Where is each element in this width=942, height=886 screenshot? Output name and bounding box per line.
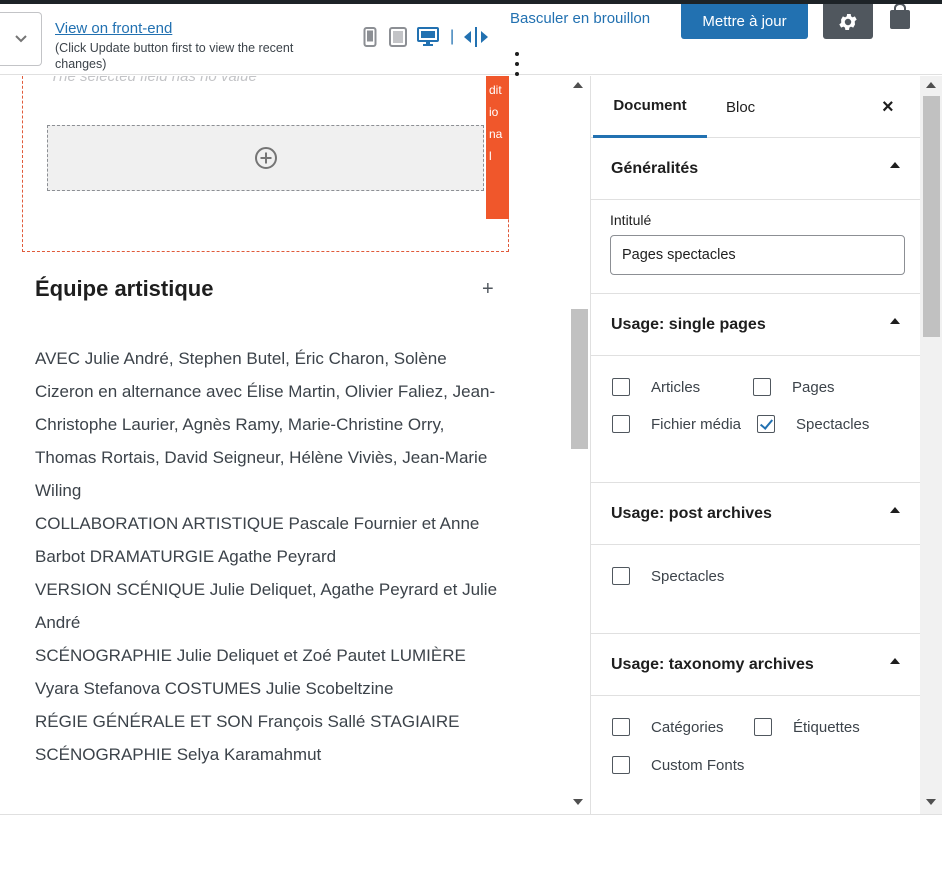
intitule-label: Intitulé — [610, 212, 652, 228]
checkbox-box[interactable] — [612, 718, 630, 736]
view-note: (Click Update button first to view the r… — [55, 41, 294, 71]
editor-canvas: The selected field has no value dit io n… — [0, 76, 568, 814]
view-on-front-end-link[interactable]: View on front-end — [55, 20, 172, 37]
checkbox-label: Spectacles — [651, 567, 725, 585]
checkbox-etiquettes[interactable]: Étiquettes — [754, 718, 860, 736]
tab-bloc[interactable]: Bloc — [726, 76, 755, 138]
checkbox-label: Pages — [792, 378, 835, 396]
checkbox-box[interactable] — [612, 756, 630, 774]
settings-button[interactable] — [823, 4, 873, 39]
credits-paragraph[interactable]: AVEC Julie André, Stephen Butel, Éric Ch… — [35, 342, 505, 771]
credit-line: SCÉNOGRAPHIE Julie Deliquet et Zoé Paute… — [35, 646, 466, 698]
caret-up-icon — [890, 162, 900, 168]
block-label-line: l — [489, 149, 492, 163]
panel-title: Usage: post archives — [611, 504, 772, 522]
checkbox-box[interactable] — [612, 567, 630, 585]
checkbox-label: Spectacles — [796, 415, 870, 433]
checkbox-custom-fonts[interactable]: Custom Fonts — [612, 756, 744, 774]
checkbox-label: Articles — [651, 378, 701, 396]
close-icon[interactable]: × — [882, 96, 894, 119]
empty-field-notice: The selected field has no value — [50, 76, 257, 85]
checkbox-box-checked[interactable] — [757, 415, 775, 433]
tab-document[interactable]: Document — [593, 76, 707, 138]
block-label-line: na — [489, 127, 503, 141]
intitule-input[interactable]: Pages spectacles — [610, 235, 905, 275]
desktop-preview-icon[interactable] — [416, 26, 440, 48]
block-label-tab: dit io na l — [486, 76, 509, 219]
checkbox-label: Catégories — [651, 718, 724, 736]
device-preview-group: | — [360, 26, 490, 48]
checkbox-label: Fichier média — [651, 415, 742, 433]
editor-header: View on front-end (Click Update button f… — [0, 3, 942, 76]
checkbox-box[interactable] — [612, 378, 630, 396]
checkbox-box[interactable] — [612, 415, 630, 433]
block-label-line: dit — [489, 83, 502, 97]
section-heading[interactable]: Équipe artistique — [35, 276, 213, 302]
panel-title: Usage: taxonomy archives — [611, 655, 814, 673]
caret-up-icon — [890, 658, 900, 664]
checkbox-box[interactable] — [754, 718, 772, 736]
credit-line: RÉGIE GÉNÉRALE ET SON François Sallé STA… — [35, 712, 460, 764]
checkbox-categories[interactable]: Catégories — [612, 718, 724, 736]
sidebar-tabs: Document Bloc × — [591, 76, 920, 138]
panel-post-archives-header[interactable]: Usage: post archives — [591, 483, 920, 545]
sidebar-scrollbar-thumb[interactable] — [923, 96, 940, 337]
more-options-icon[interactable] — [512, 52, 522, 76]
settings-sidebar: Document Bloc × Généralités Intitulé Pag… — [590, 76, 920, 814]
expand-width-icon[interactable] — [462, 26, 490, 48]
checkbox-spectacles[interactable]: Spectacles — [757, 415, 869, 433]
block-label-line: io — [489, 105, 499, 119]
caret-up-icon — [890, 507, 900, 513]
scroll-down-icon[interactable] — [573, 799, 583, 805]
checkbox-pages[interactable]: Pages — [753, 378, 835, 396]
credit-line: VERSION SCÉNIQUE Julie Deliquet, Agathe … — [35, 580, 498, 632]
block-appender[interactable] — [47, 125, 484, 191]
mobile-preview-icon[interactable] — [360, 26, 380, 48]
update-button[interactable]: Mettre à jour — [681, 4, 808, 39]
panel-single-pages-header[interactable]: Usage: single pages — [591, 294, 920, 356]
chevron-down-icon — [14, 35, 27, 43]
switch-to-draft-button[interactable]: Basculer en brouillon — [510, 10, 650, 27]
caret-up-icon — [890, 318, 900, 324]
panel-title: Généralités — [611, 159, 699, 177]
scroll-up-icon[interactable] — [926, 82, 936, 88]
panel-title: Usage: single pages — [611, 315, 766, 333]
add-section-button[interactable]: + — [482, 278, 494, 301]
scroll-down-icon[interactable] — [926, 799, 936, 805]
panel-generalites-header[interactable]: Généralités — [591, 138, 920, 200]
add-block-icon — [254, 147, 277, 169]
gear-icon — [839, 13, 857, 30]
document-overview-button[interactable] — [0, 12, 42, 66]
checkbox-label: Étiquettes — [793, 718, 860, 736]
panel-taxonomy-archives-header[interactable]: Usage: taxonomy archives — [591, 634, 920, 696]
tablet-preview-icon[interactable] — [388, 26, 408, 48]
footer-divider — [0, 814, 942, 815]
credit-line: COLLABORATION ARTISTIQUE Pascale Fournie… — [35, 514, 480, 566]
checkbox-fichier-media[interactable]: Fichier média — [612, 415, 741, 433]
device-separator: | — [450, 28, 455, 45]
scroll-up-icon[interactable] — [573, 82, 583, 88]
plugin-bag-icon[interactable] — [889, 3, 911, 30]
checkbox-label: Custom Fonts — [651, 756, 745, 774]
checkbox-box[interactable] — [753, 378, 771, 396]
checkbox-archive-spectacles[interactable]: Spectacles — [612, 567, 724, 585]
editor-scrollbar-thumb[interactable] — [571, 309, 588, 449]
checkbox-articles[interactable]: Articles — [612, 378, 700, 396]
credit-line: AVEC Julie André, Stephen Butel, Éric Ch… — [35, 349, 496, 500]
